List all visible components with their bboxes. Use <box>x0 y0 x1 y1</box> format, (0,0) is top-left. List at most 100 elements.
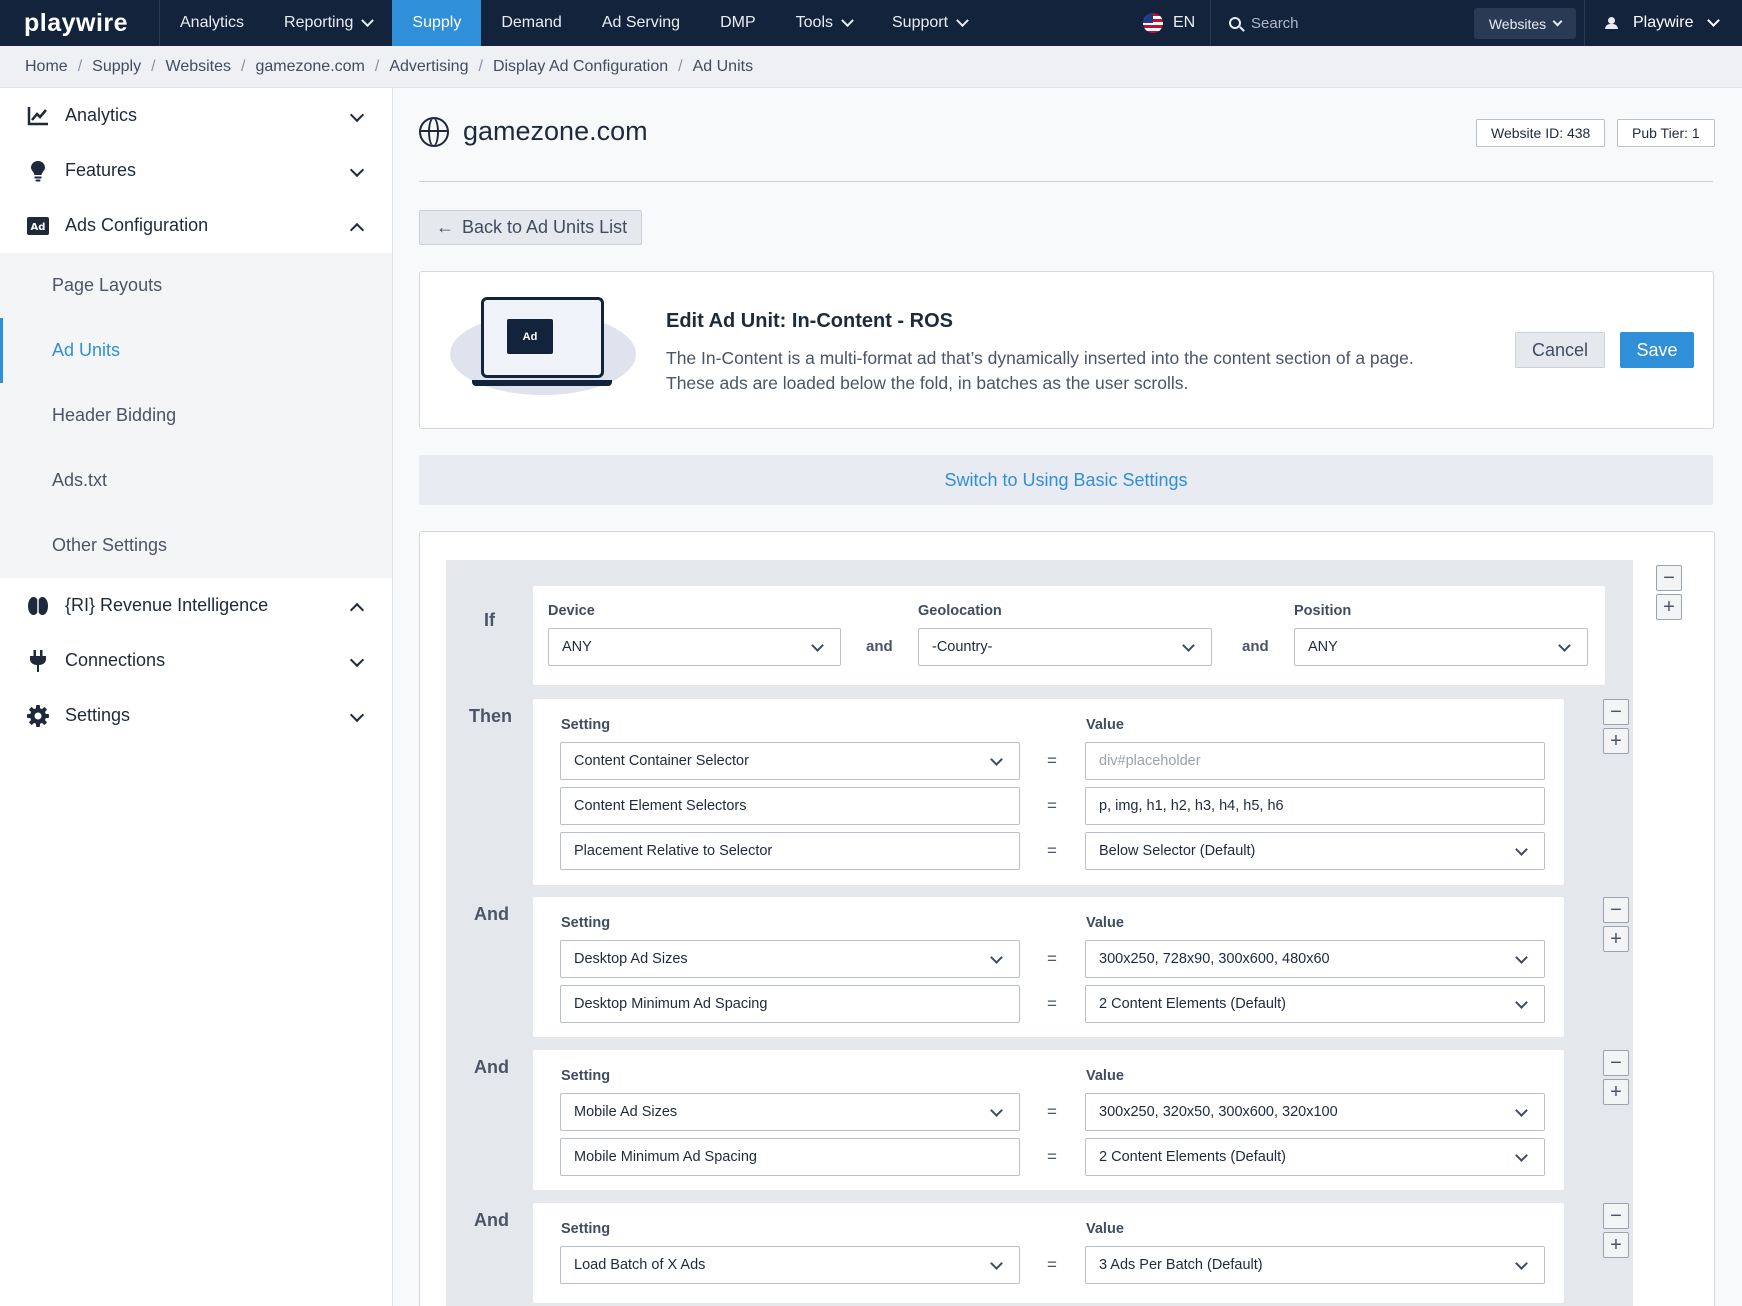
setting-select[interactable]: Mobile Ad Sizes <box>560 1093 1020 1131</box>
value-label: Value <box>1086 1068 1124 1084</box>
back-to-ad-units-button[interactable]: ← Back to Ad Units List <box>419 210 642 245</box>
setting-input[interactable]: Mobile Minimum Ad Spacing <box>560 1138 1020 1176</box>
edit-ad-unit-card: Ad Edit Ad Unit: In-Content - ROS The In… <box>419 271 1714 429</box>
add-condition-button[interactable]: + <box>1603 1232 1629 1258</box>
value-select[interactable]: 300x250, 320x50, 300x600, 320x100 <box>1085 1093 1545 1131</box>
edit-ad-unit-title: Edit Ad Unit: In-Content - ROS <box>666 310 953 332</box>
rule-block: If Device ANY and Geolocation -Country- … <box>446 560 1633 1306</box>
language-selector[interactable]: EN <box>1143 0 1195 46</box>
sidebar-item-revenue-intelligence[interactable]: {RI} Revenue Intelligence <box>0 578 392 633</box>
sidebar-item-ads-txt[interactable]: Ads.txt <box>0 448 392 513</box>
add-condition-button[interactable]: + <box>1603 926 1629 952</box>
value-select[interactable]: 2 Content Elements (Default) <box>1085 985 1545 1023</box>
remove-condition-button[interactable]: − <box>1603 1203 1629 1229</box>
breadcrumb-site[interactable]: gamezone.com <box>255 58 364 76</box>
brain-icon <box>27 595 49 617</box>
add-rule-button[interactable]: + <box>1656 594 1682 620</box>
playwire-logo[interactable]: playwire <box>0 0 160 46</box>
setting-select[interactable]: Load Batch of X Ads <box>560 1246 1020 1284</box>
device-label: Device <box>548 603 595 619</box>
page-title: gamezone.com <box>419 116 648 147</box>
setting-input[interactable]: Desktop Minimum Ad Spacing <box>560 985 1020 1023</box>
chevron-down-icon <box>990 753 1003 766</box>
chevron-down-icon <box>349 707 365 723</box>
chevron-up-icon <box>349 602 365 618</box>
setting-select[interactable]: Content Container Selector <box>560 742 1020 780</box>
chevron-down-icon <box>1182 639 1195 652</box>
value-select[interactable]: Below Selector (Default) <box>1085 832 1545 870</box>
laptop-ad-illustration: Ad <box>450 297 640 402</box>
setting-input[interactable]: Content Element Selectors <box>560 787 1020 825</box>
breadcrumb: Home / Supply / Websites / gamezone.com / Ad… <box>0 46 1742 88</box>
and-connector: and <box>866 638 893 655</box>
svg-text:Ad: Ad <box>31 222 46 233</box>
chevron-down-icon <box>1515 843 1528 856</box>
remove-condition-button[interactable]: − <box>1603 1050 1629 1076</box>
user-icon <box>1605 17 1619 29</box>
nav-reporting[interactable]: Reporting <box>264 0 392 46</box>
sidebar-item-connections[interactable]: Connections <box>0 633 392 688</box>
nav-support[interactable]: Support <box>872 0 987 46</box>
main-content: gamezone.com Website ID: 438 Pub Tier: 1… <box>393 88 1742 1306</box>
nav-dmp[interactable]: DMP <box>700 0 776 46</box>
nav-analytics[interactable]: Analytics <box>160 0 264 46</box>
switch-to-basic-settings-button[interactable]: Switch to Using Basic Settings <box>419 455 1713 505</box>
geolocation-label: Geolocation <box>918 603 1002 619</box>
sidebar-item-features[interactable]: Features <box>0 143 392 198</box>
breadcrumb-advertising[interactable]: Advertising <box>389 58 468 76</box>
cancel-button[interactable]: Cancel <box>1515 332 1605 368</box>
sidebar-item-header-bidding[interactable]: Header Bidding <box>0 383 392 448</box>
value-select[interactable]: 300x250, 728x90, 300x600, 480x60 <box>1085 940 1545 978</box>
remove-rule-button[interactable]: − <box>1656 565 1682 591</box>
breadcrumb-websites[interactable]: Websites <box>166 58 232 76</box>
value-input[interactable]: div#placeholder <box>1085 742 1545 780</box>
top-nav: playwire Analytics Reporting Supply Dema… <box>0 0 1742 46</box>
chevron-down-icon <box>349 162 365 178</box>
nav-ad-serving[interactable]: Ad Serving <box>582 0 700 46</box>
user-menu[interactable]: Playwire <box>1584 0 1742 46</box>
nav-supply[interactable]: Supply <box>392 0 482 46</box>
chevron-down-icon <box>990 1104 1003 1117</box>
search-icon <box>1229 17 1241 29</box>
sidebar-item-other-settings[interactable]: Other Settings <box>0 513 392 578</box>
search-input[interactable]: Search <box>1210 0 1464 46</box>
website-id-badge: Website ID: 438 <box>1476 119 1606 147</box>
value-select[interactable]: 2 Content Elements (Default) <box>1085 1138 1545 1176</box>
sidebar-item-ads-configuration[interactable]: Ad Ads Configuration <box>0 198 392 253</box>
save-button[interactable]: Save <box>1620 332 1694 368</box>
chevron-down-icon <box>1515 1149 1528 1162</box>
device-select[interactable]: ANY <box>548 628 841 666</box>
chevron-down-icon <box>841 13 854 27</box>
ad-icon: Ad <box>27 215 49 237</box>
nav-tools[interactable]: Tools <box>776 0 872 46</box>
sidebar-item-ad-units[interactable]: Ad Units <box>0 318 392 383</box>
sidebar-item-settings[interactable]: Settings <box>0 688 392 743</box>
remove-condition-button[interactable]: − <box>1603 699 1629 725</box>
position-select[interactable]: ANY <box>1294 628 1588 666</box>
globe-icon <box>419 116 449 147</box>
value-label: Value <box>1086 1221 1124 1237</box>
remove-condition-button[interactable]: − <box>1603 897 1629 923</box>
setting-select[interactable]: Desktop Ad Sizes <box>560 940 1020 978</box>
sidebar-item-analytics[interactable]: Analytics <box>0 88 392 143</box>
websites-dropdown[interactable]: Websites <box>1474 8 1576 39</box>
chevron-down-icon <box>1707 14 1721 27</box>
add-condition-button[interactable]: + <box>1603 728 1629 754</box>
geolocation-select[interactable]: -Country- <box>918 628 1212 666</box>
if-conditions-box: Device ANY and Geolocation -Country- and… <box>533 586 1605 685</box>
value-select[interactable]: 3 Ads Per Batch (Default) <box>1085 1246 1545 1284</box>
setting-label: Setting <box>561 1068 611 1084</box>
breadcrumb-supply[interactable]: Supply <box>92 58 141 76</box>
ad-badge: Ad <box>507 319 553 354</box>
and-settings-box: Setting Value Load Batch of X Ads = 3 Ad… <box>533 1203 1564 1303</box>
chart-line-icon <box>27 105 49 127</box>
nav-demand[interactable]: Demand <box>481 0 581 46</box>
value-input[interactable]: p, img, h1, h2, h3, h4, h5, h6 <box>1085 787 1545 825</box>
breadcrumb-display-ad-config[interactable]: Display Ad Configuration <box>493 58 668 76</box>
gear-icon <box>27 704 49 727</box>
setting-input[interactable]: Placement Relative to Selector <box>560 832 1020 870</box>
breadcrumb-home[interactable]: Home <box>25 58 68 76</box>
lightbulb-icon <box>27 160 49 182</box>
add-condition-button[interactable]: + <box>1603 1079 1629 1105</box>
sidebar-item-page-layouts[interactable]: Page Layouts <box>0 253 392 318</box>
